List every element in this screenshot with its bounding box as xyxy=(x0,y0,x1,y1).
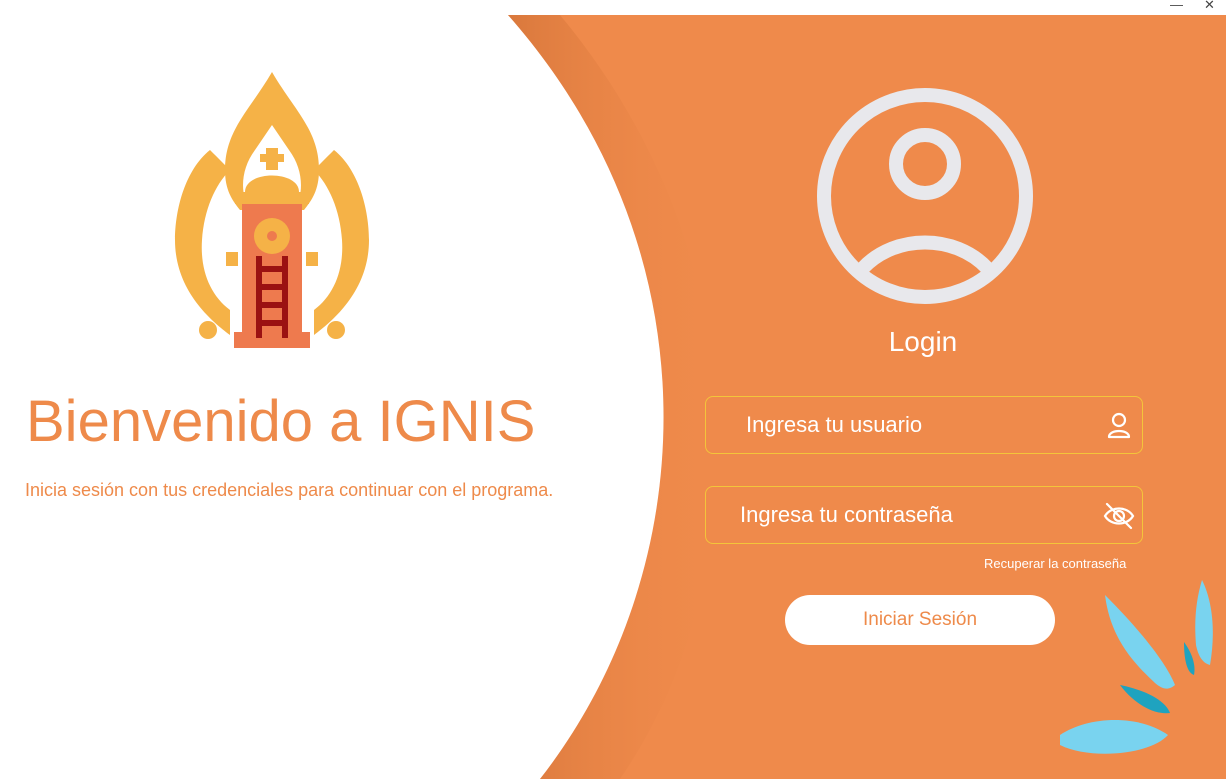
welcome-title: Bienvenido a IGNIS xyxy=(26,389,536,454)
eye-slash-icon[interactable] xyxy=(1102,499,1136,533)
blue-splash-decoration xyxy=(1060,580,1213,754)
login-title: Login xyxy=(888,326,958,357)
user-icon xyxy=(1107,412,1131,439)
username-field[interactable] xyxy=(705,396,1143,454)
password-field[interactable] xyxy=(705,486,1143,544)
fire-tower-logo xyxy=(175,72,369,348)
username-input[interactable] xyxy=(706,397,1086,453)
title-bar: — ✕ xyxy=(0,0,1226,15)
password-input[interactable] xyxy=(706,487,1086,543)
recover-password-link[interactable]: Recuperar la contraseña xyxy=(984,556,1126,571)
minimize-button[interactable]: — xyxy=(1170,0,1183,12)
user-avatar-icon xyxy=(817,88,1033,304)
login-button[interactable]: Iniciar Sesión xyxy=(785,595,1055,645)
welcome-subtitle: Inicia sesión con tus credenciales para … xyxy=(25,480,554,500)
close-button[interactable]: ✕ xyxy=(1204,0,1215,12)
